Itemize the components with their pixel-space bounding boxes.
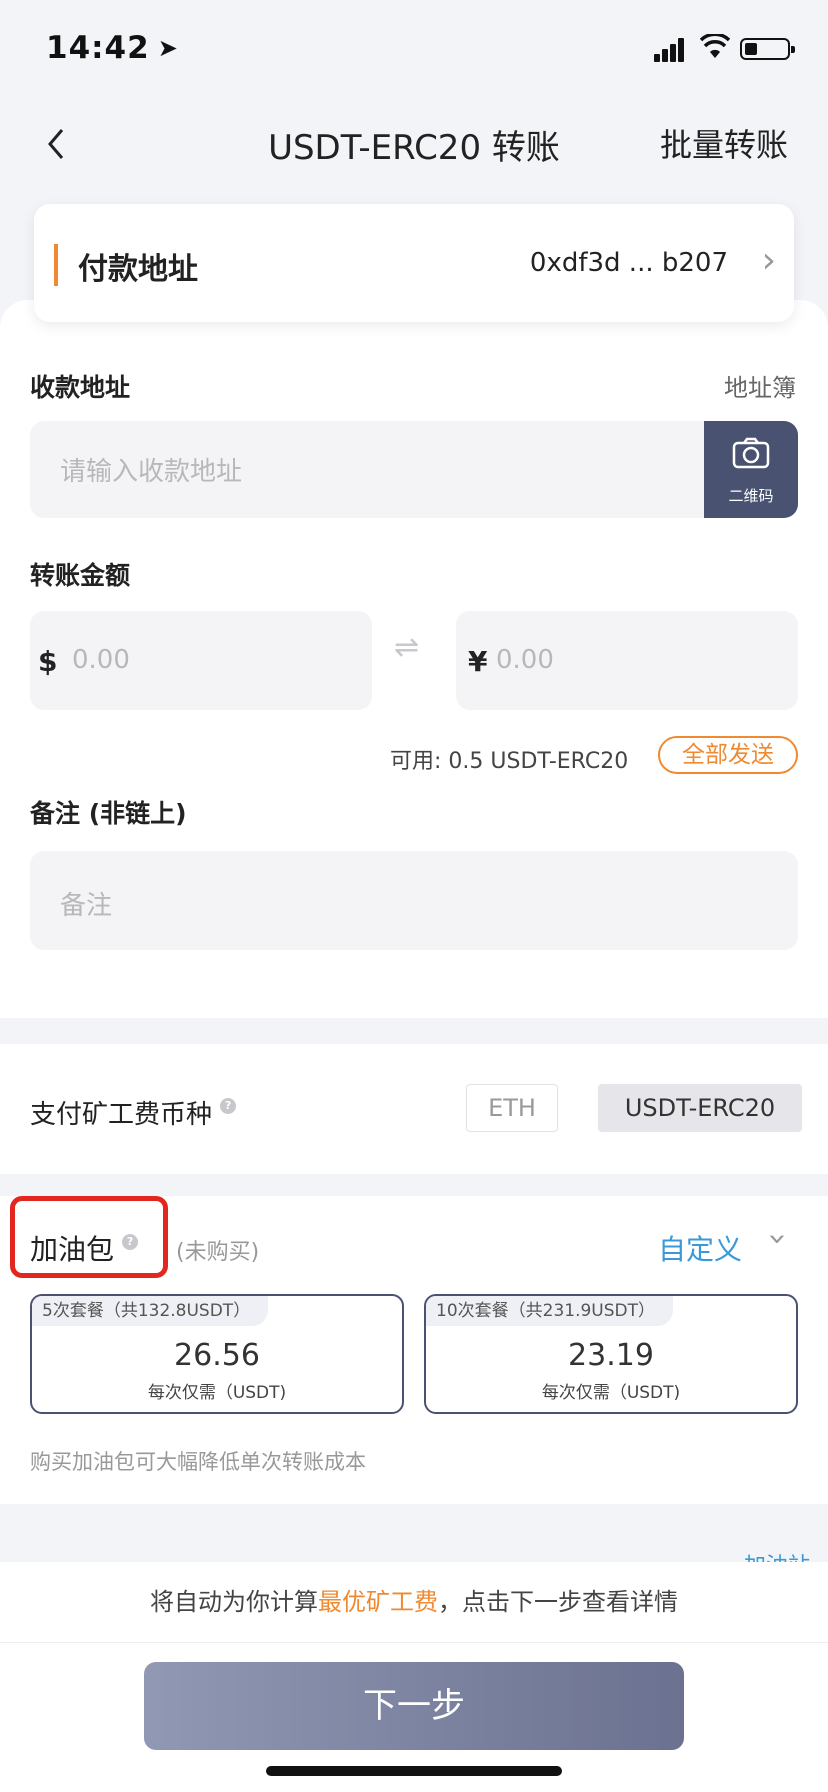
payer-address: 0xdf3d ... b207 — [529, 248, 728, 278]
usd-placeholder: 0.00 — [72, 645, 130, 675]
gas-package-card-10[interactable]: 10次套餐（共231.9USDT） 23.19 每次仅需（USDT) — [424, 1294, 798, 1414]
send-all-button[interactable]: 全部发送 — [658, 736, 798, 774]
qr-scan-button[interactable]: 二维码 — [704, 421, 798, 518]
status-bar: 14:42 ➤ — [0, 0, 828, 100]
help-icon[interactable]: ? — [122, 1234, 139, 1250]
payee-label: 收款地址 — [30, 373, 131, 402]
divider — [0, 1642, 828, 1643]
memo-placeholder: 备注 — [60, 891, 113, 921]
help-icon[interactable]: ? — [220, 1098, 237, 1114]
status-time: 14:42 ➤ — [46, 30, 179, 66]
cny-symbol: ¥ — [468, 645, 488, 678]
package-per-label: 每次仅需（USDT) — [147, 1383, 287, 1403]
package-tag: 10次套餐（共231.9USDT） — [426, 1296, 674, 1326]
gas-pack-status: (未购买) — [176, 1240, 260, 1265]
wifi-icon — [700, 34, 730, 58]
memo-label: 备注 (非链上) — [30, 799, 187, 828]
bottom-bar: 将自动为你计算最优矿工费，点击下一步查看详情 下一步 — [0, 1562, 828, 1792]
available-balance: 可用: 0.5 USDT-ERC20 — [390, 749, 629, 774]
payee-address-input[interactable]: 请输入收款地址 — [30, 421, 706, 518]
payer-address-card[interactable]: 付款地址 0xdf3d ... b207 › — [34, 204, 794, 322]
swap-arrows-icon[interactable]: ⇌ — [394, 630, 419, 665]
package-price: 26.56 — [174, 1338, 260, 1373]
navigation-bar: USDT-ERC20 转账 批量转账 — [0, 100, 828, 200]
chevron-right-icon: › — [761, 240, 776, 281]
chevron-down-icon[interactable]: › — [759, 1233, 797, 1246]
gas-package-card-5[interactable]: 5次套餐（共132.8USDT） 26.56 每次仅需（USDT) — [30, 1294, 404, 1414]
payer-label: 付款地址 — [78, 252, 198, 287]
package-price: 23.19 — [568, 1338, 654, 1373]
fee-notice: 将自动为你计算最优矿工费，点击下一步查看详情 — [150, 1588, 678, 1616]
camera-icon — [732, 437, 770, 469]
home-indicator — [266, 1766, 562, 1776]
memo-input[interactable]: 备注 — [30, 851, 798, 950]
cny-placeholder: 0.00 — [496, 645, 554, 675]
battery-icon — [740, 38, 795, 60]
batch-transfer-button[interactable]: 批量转账 — [660, 120, 788, 166]
cny-amount-input[interactable]: ¥ 0.00 — [456, 611, 798, 710]
usd-symbol: $ — [38, 645, 58, 678]
qr-label: 二维码 — [728, 487, 774, 505]
fee-coin-section: 支付矿工费币种? ETH USDT-ERC20 — [0, 1044, 828, 1174]
signal-icon — [654, 36, 690, 62]
accent-bar — [54, 244, 58, 286]
package-per-label: 每次仅需（USDT) — [541, 1383, 681, 1403]
fee-coin-label: 支付矿工费币种? — [30, 1094, 237, 1131]
gas-pack-section: 加油包? (未购买) 自定义 › 5次套餐（共132.8USDT） 26.56 … — [0, 1196, 828, 1504]
location-arrow-icon: ➤ — [157, 34, 179, 62]
payee-address-placeholder: 请输入收款地址 — [60, 457, 243, 487]
address-book-link[interactable]: 地址簿 — [724, 368, 796, 403]
gas-pack-label: 加油包? — [30, 1228, 139, 1268]
amount-label: 转账金额 — [30, 561, 131, 590]
fee-coin-option-eth[interactable]: ETH — [466, 1084, 558, 1132]
custom-gas-button[interactable]: 自定义 — [658, 1228, 742, 1268]
package-tag: 5次套餐（共132.8USDT） — [32, 1296, 269, 1326]
gas-pack-hint: 购买加油包可大幅降低单次转账成本 — [30, 1450, 366, 1474]
usd-amount-input[interactable]: $ 0.00 — [30, 611, 372, 710]
fee-coin-option-usdt[interactable]: USDT-ERC20 — [598, 1084, 802, 1132]
next-step-button[interactable]: 下一步 — [144, 1662, 684, 1750]
transfer-form: 收款地址 地址簿 请输入收款地址 二维码 转账金额 $ 0.00 ⇌ ¥ 0.0… — [0, 300, 828, 1018]
